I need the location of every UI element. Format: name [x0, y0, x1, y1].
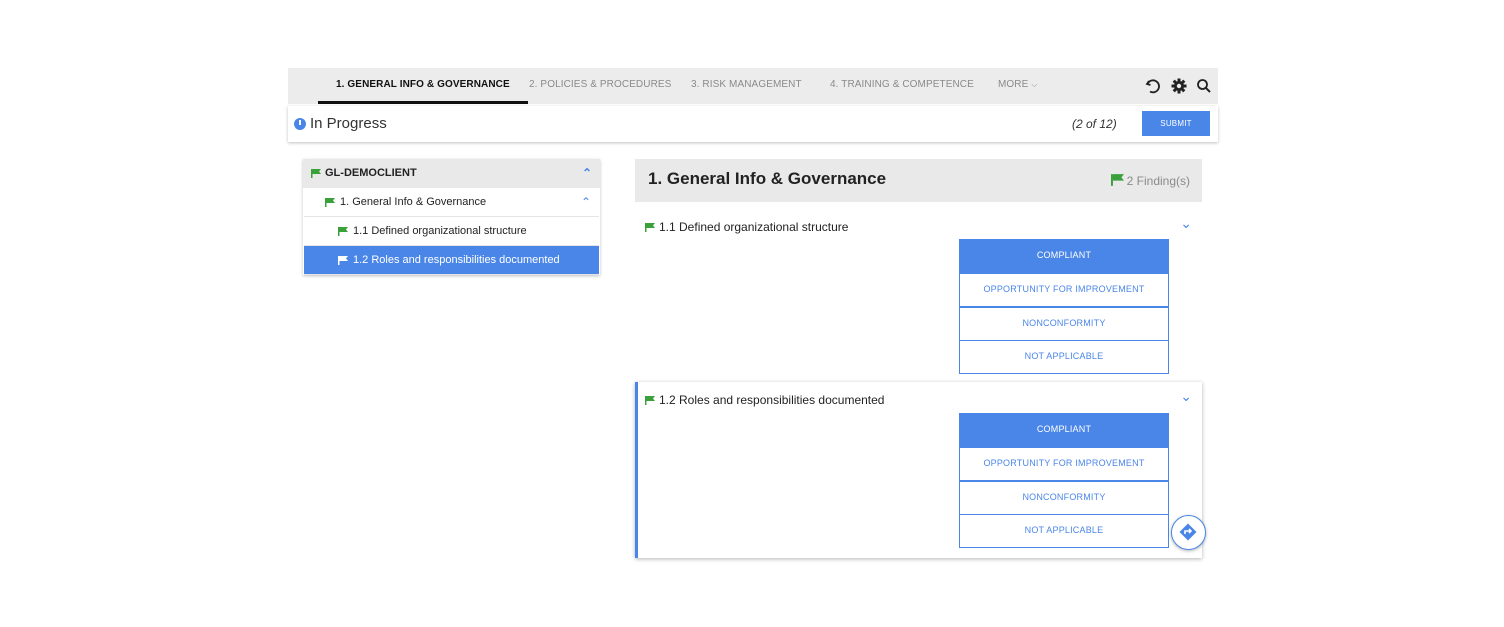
option-nonconformity[interactable]: NONCONFORMITY — [959, 481, 1169, 515]
submit-button[interactable]: SUBMIT — [1142, 111, 1210, 136]
question-title: 1.1 Defined organizational structure — [659, 220, 849, 234]
flag-icon — [1110, 174, 1124, 186]
app-window: 1. GENERAL INFO & GOVERNANCE 2. POLICIES… — [288, 68, 1218, 568]
question-title: 1.2 Roles and responsibilities documente… — [659, 393, 885, 407]
undo-icon[interactable] — [1144, 77, 1162, 95]
sidebar-item-1-1[interactable]: 1.1 Defined organizational structure — [304, 217, 599, 246]
directions-icon — [1179, 523, 1197, 541]
option-nonconformity[interactable]: NONCONFORMITY — [959, 307, 1169, 341]
question-card-1-1: 1.1 Defined organizational structure ⌄ C… — [635, 209, 1202, 381]
option-not-applicable[interactable]: NOT APPLICABLE — [959, 340, 1169, 374]
chevron-up-icon[interactable]: ⌃ — [581, 188, 591, 217]
sidebar-item-section[interactable]: 1. General Info & Governance ⌃ — [304, 188, 599, 217]
sidebar-box: GL-DEMOCLIENT ⌃ 1. General Info & Govern… — [303, 159, 600, 275]
chevron-down-icon[interactable]: ⌄ — [1180, 388, 1192, 405]
option-compliant[interactable]: COMPLIANT — [959, 239, 1169, 273]
sidebar-item-label: 1.2 Roles and responsibilities documente… — [353, 254, 560, 266]
search-icon[interactable] — [1195, 77, 1213, 95]
sidebar-item-label: 1. General Info & Governance — [340, 196, 487, 208]
tab-more-label: MORE — [998, 79, 1029, 90]
option-opportunity-for-improvement[interactable]: OPPORTUNITY FOR IMPROVEMENT — [959, 273, 1169, 307]
page-counter: (2 of 12) — [1072, 117, 1117, 131]
tab-more[interactable]: MORE ⌵ — [998, 68, 1038, 104]
flag-icon — [311, 169, 321, 178]
flag-icon — [645, 223, 655, 232]
navigate-fab-button[interactable] — [1171, 515, 1206, 550]
gear-icon[interactable] — [1170, 77, 1188, 95]
option-opportunity-for-improvement[interactable]: OPPORTUNITY FOR IMPROVEMENT — [959, 447, 1169, 481]
section-header: 1. General Info & Governance 2 Finding(s… — [635, 159, 1202, 202]
question-card-1-2: 1.2 Roles and responsibilities documente… — [635, 382, 1202, 558]
option-not-applicable[interactable]: NOT APPLICABLE — [959, 514, 1169, 548]
flag-icon — [325, 198, 335, 207]
findings-label: 2 Finding(s) — [1126, 174, 1190, 188]
tab-policies[interactable]: 2. POLICIES & PROCEDURES — [529, 68, 671, 104]
sidebar-tree: GL-DEMOCLIENT ⌃ 1. General Info & Govern… — [303, 159, 600, 275]
flag-icon — [645, 396, 655, 405]
sidebar-item-label: 1.1 Defined organizational structure — [353, 225, 527, 237]
top-nav: 1. GENERAL INFO & GOVERNANCE 2. POLICIES… — [288, 68, 1218, 104]
tab-risk-management[interactable]: 3. RISK MANAGEMENT — [691, 68, 802, 104]
chevron-up-icon[interactable]: ⌃ — [582, 159, 592, 188]
flag-icon — [338, 256, 348, 265]
clock-icon — [294, 118, 306, 130]
main-content: 1. General Info & Governance 2 Finding(s… — [635, 159, 1202, 558]
chevron-down-icon[interactable]: ⌄ — [1180, 215, 1192, 232]
page-title: 1. General Info & Governance — [648, 169, 887, 188]
option-compliant[interactable]: COMPLIANT — [959, 413, 1169, 447]
sidebar-item-root[interactable]: GL-DEMOCLIENT ⌃ — [303, 159, 600, 188]
findings-count[interactable]: 2 Finding(s) — [1110, 174, 1190, 188]
tab-general-info[interactable]: 1. GENERAL INFO & GOVERNANCE — [318, 68, 528, 104]
status-text: In Progress — [310, 115, 387, 132]
sidebar-item-1-2[interactable]: 1.2 Roles and responsibilities documente… — [304, 246, 599, 275]
flag-icon — [338, 227, 348, 236]
status-bar: In Progress (2 of 12) SUBMIT — [288, 106, 1218, 142]
chevron-down-icon: ⌵ — [1031, 80, 1038, 89]
tab-training[interactable]: 4. TRAINING & COMPETENCE — [830, 68, 974, 104]
sidebar-item-label: GL-DEMOCLIENT — [325, 167, 417, 179]
